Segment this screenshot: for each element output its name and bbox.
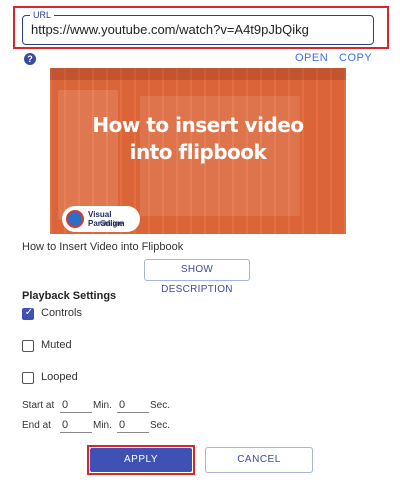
url-field[interactable]: URL	[22, 9, 374, 45]
looped-checkbox[interactable]	[22, 372, 34, 384]
apply-button[interactable]: APPLY	[90, 448, 192, 472]
start-sec-unit: Sec.	[150, 400, 171, 411]
end-min-unit: Min.	[93, 420, 112, 431]
start-sec-input[interactable]	[117, 397, 149, 413]
url-input[interactable]	[31, 22, 361, 37]
logo-subtext: Online	[100, 219, 124, 228]
video-thumbnail[interactable]: How to insert video into flipbook Visual…	[50, 68, 346, 234]
thumbnail-title-line2: into flipbook	[129, 140, 267, 164]
show-description-button[interactable]: SHOW DESCRIPTION	[144, 259, 250, 295]
cancel-button[interactable]: CANCEL	[205, 447, 313, 473]
controls-label: Controls	[41, 307, 82, 319]
thumbnail-topbar	[50, 68, 346, 80]
muted-label: Muted	[41, 339, 72, 351]
playback-settings-title: Playback Settings	[22, 290, 117, 302]
visual-paradigm-logo: Visual Paradigm Online	[62, 206, 140, 232]
video-title: How to Insert Video into Flipbook	[22, 241, 184, 253]
looped-label: Looped	[41, 371, 78, 383]
url-field-legend: URL	[30, 9, 55, 21]
copy-button[interactable]: COPY	[339, 52, 372, 64]
thumbnail-title: How to insert video into flipbook	[50, 112, 346, 166]
end-min-input[interactable]	[60, 417, 92, 433]
muted-checkbox[interactable]	[22, 340, 34, 352]
checkmark-icon: ✓	[24, 307, 34, 318]
logo-mark-icon	[66, 210, 84, 228]
help-icon[interactable]: ?	[24, 53, 36, 65]
start-min-unit: Min.	[93, 400, 112, 411]
open-button[interactable]: OPEN	[295, 52, 328, 64]
thumbnail-title-line1: How to insert video	[92, 113, 304, 137]
end-sec-unit: Sec.	[150, 420, 171, 431]
end-at-label: End at	[22, 420, 51, 431]
end-sec-input[interactable]	[117, 417, 149, 433]
end-at-row: End at Min. Sec.	[22, 417, 222, 435]
start-at-row: Start at Min. Sec.	[22, 397, 222, 415]
start-min-input[interactable]	[60, 397, 92, 413]
controls-checkbox[interactable]: ✓	[22, 307, 34, 320]
start-at-label: Start at	[22, 400, 55, 411]
